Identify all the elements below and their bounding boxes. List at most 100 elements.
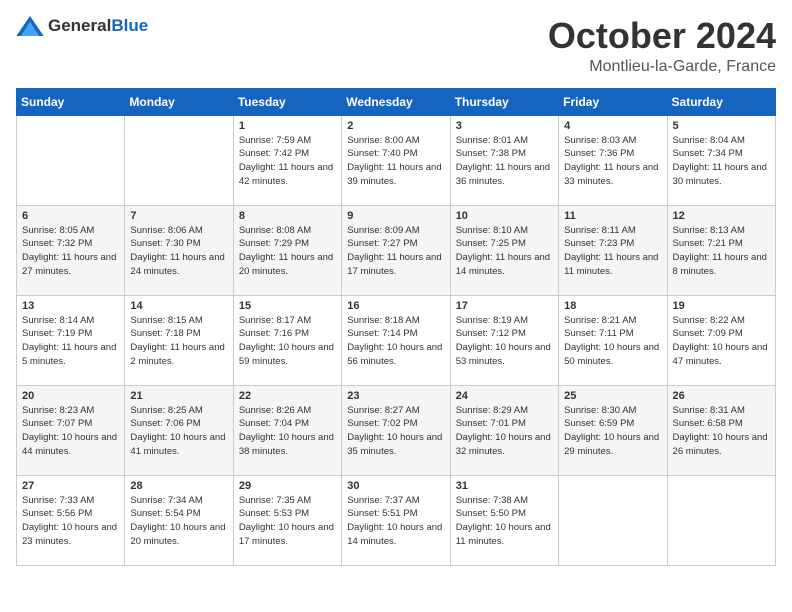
calendar-cell: 26 Sunrise: 8:31 AM Sunset: 6:58 PM Dayli… [667, 385, 775, 475]
day-info: Sunrise: 8:18 AM Sunset: 7:14 PM Dayligh… [347, 314, 444, 369]
day-info: Sunrise: 8:30 AM Sunset: 6:59 PM Dayligh… [564, 404, 661, 459]
day-number: 29 [239, 480, 336, 492]
header-day-sunday: Sunday [17, 88, 125, 115]
calendar-cell [667, 475, 775, 565]
day-info: Sunrise: 8:13 AM Sunset: 7:21 PM Dayligh… [673, 224, 770, 279]
header-day-tuesday: Tuesday [233, 88, 341, 115]
day-number: 19 [673, 300, 770, 312]
day-number: 17 [456, 300, 553, 312]
day-info: Sunrise: 8:11 AM Sunset: 7:23 PM Dayligh… [564, 224, 661, 279]
calendar-table: SundayMondayTuesdayWednesdayThursdayFrid… [16, 88, 776, 566]
day-number: 26 [673, 390, 770, 402]
day-number: 3 [456, 120, 553, 132]
calendar-body: 1Sunrise: 7:59 AM Sunset: 7:42 PM Daylig… [17, 115, 776, 565]
day-number: 24 [456, 390, 553, 402]
header-day-saturday: Saturday [667, 88, 775, 115]
page-header: GeneralBlue October 2024 Montlieu-la-Gar… [16, 16, 776, 76]
day-number: 28 [130, 480, 227, 492]
calendar-cell: 7 Sunrise: 8:06 AM Sunset: 7:30 PM Daylig… [125, 205, 233, 295]
day-info: Sunrise: 8:23 AM Sunset: 7:07 PM Dayligh… [22, 404, 119, 459]
day-info: Sunrise: 8:03 AM Sunset: 7:36 PM Dayligh… [564, 134, 661, 189]
calendar-cell: 16 Sunrise: 8:18 AM Sunset: 7:14 PM Dayli… [342, 295, 450, 385]
calendar-cell: 23 Sunrise: 8:27 AM Sunset: 7:02 PM Dayli… [342, 385, 450, 475]
day-number: 27 [22, 480, 119, 492]
calendar-cell: 25 Sunrise: 8:30 AM Sunset: 6:59 PM Dayli… [559, 385, 667, 475]
title-block: October 2024 Montlieu-la-Garde, France [548, 16, 776, 76]
day-number: 4 [564, 120, 661, 132]
calendar-cell: 30Sunrise: 7:37 AM Sunset: 5:51 PM Dayli… [342, 475, 450, 565]
calendar-cell: 24 Sunrise: 8:29 AM Sunset: 7:01 PM Dayli… [450, 385, 558, 475]
calendar-cell: 28 Sunrise: 7:34 AM Sunset: 5:54 PM Dayli… [125, 475, 233, 565]
logo-general: General [48, 16, 111, 35]
month-title: October 2024 [548, 16, 776, 56]
calendar-cell: 5Sunrise: 8:04 AM Sunset: 7:34 PM Daylig… [667, 115, 775, 205]
calendar-cell [17, 115, 125, 205]
logo-blue: Blue [111, 16, 148, 35]
calendar-cell: 11 Sunrise: 8:11 AM Sunset: 7:23 PM Dayli… [559, 205, 667, 295]
calendar-cell: 12Sunrise: 8:13 AM Sunset: 7:21 PM Dayli… [667, 205, 775, 295]
calendar-cell: 8Sunrise: 8:08 AM Sunset: 7:29 PM Daylig… [233, 205, 341, 295]
day-info: Sunrise: 8:10 AM Sunset: 7:25 PM Dayligh… [456, 224, 553, 279]
calendar-cell: 13 Sunrise: 8:14 AM Sunset: 7:19 PM Dayli… [17, 295, 125, 385]
day-info: Sunrise: 7:34 AM Sunset: 5:54 PM Dayligh… [130, 494, 227, 549]
header-day-thursday: Thursday [450, 88, 558, 115]
calendar-cell: 9 Sunrise: 8:09 AM Sunset: 7:27 PM Daylig… [342, 205, 450, 295]
day-info: Sunrise: 7:33 AM Sunset: 5:56 PM Dayligh… [22, 494, 119, 549]
calendar-cell: 3Sunrise: 8:01 AM Sunset: 7:38 PM Daylig… [450, 115, 558, 205]
calendar-cell: 18Sunrise: 8:21 AM Sunset: 7:11 PM Dayli… [559, 295, 667, 385]
day-number: 25 [564, 390, 661, 402]
calendar-cell: 21Sunrise: 8:25 AM Sunset: 7:06 PM Dayli… [125, 385, 233, 475]
calendar-cell: 1Sunrise: 7:59 AM Sunset: 7:42 PM Daylig… [233, 115, 341, 205]
day-info: Sunrise: 8:27 AM Sunset: 7:02 PM Dayligh… [347, 404, 444, 459]
location-title: Montlieu-la-Garde, France [548, 58, 776, 76]
day-info: Sunrise: 8:14 AM Sunset: 7:19 PM Dayligh… [22, 314, 119, 369]
day-number: 18 [564, 300, 661, 312]
day-info: Sunrise: 8:31 AM Sunset: 6:58 PM Dayligh… [673, 404, 770, 459]
day-number: 13 [22, 300, 119, 312]
day-number: 23 [347, 390, 444, 402]
header-day-monday: Monday [125, 88, 233, 115]
logo: GeneralBlue [16, 16, 148, 36]
calendar-cell: 31Sunrise: 7:38 AM Sunset: 5:50 PM Dayli… [450, 475, 558, 565]
day-info: Sunrise: 8:17 AM Sunset: 7:16 PM Dayligh… [239, 314, 336, 369]
day-info: Sunrise: 8:08 AM Sunset: 7:29 PM Dayligh… [239, 224, 336, 279]
calendar-cell: 27 Sunrise: 7:33 AM Sunset: 5:56 PM Dayli… [17, 475, 125, 565]
day-number: 30 [347, 480, 444, 492]
day-number: 16 [347, 300, 444, 312]
day-number: 1 [239, 120, 336, 132]
calendar-week-4: 20Sunrise: 8:23 AM Sunset: 7:07 PM Dayli… [17, 385, 776, 475]
day-info: Sunrise: 8:15 AM Sunset: 7:18 PM Dayligh… [130, 314, 227, 369]
calendar-cell: 22Sunrise: 8:26 AM Sunset: 7:04 PM Dayli… [233, 385, 341, 475]
day-number: 9 [347, 210, 444, 222]
day-number: 10 [456, 210, 553, 222]
calendar-week-2: 6Sunrise: 8:05 AM Sunset: 7:32 PM Daylig… [17, 205, 776, 295]
logo-icon [16, 16, 44, 36]
calendar-week-1: 1Sunrise: 7:59 AM Sunset: 7:42 PM Daylig… [17, 115, 776, 205]
calendar-cell: 6Sunrise: 8:05 AM Sunset: 7:32 PM Daylig… [17, 205, 125, 295]
day-info: Sunrise: 7:38 AM Sunset: 5:50 PM Dayligh… [456, 494, 553, 549]
calendar-cell: 29Sunrise: 7:35 AM Sunset: 5:53 PM Dayli… [233, 475, 341, 565]
day-number: 7 [130, 210, 227, 222]
day-info: Sunrise: 8:29 AM Sunset: 7:01 PM Dayligh… [456, 404, 553, 459]
calendar-cell: 15Sunrise: 8:17 AM Sunset: 7:16 PM Dayli… [233, 295, 341, 385]
day-number: 21 [130, 390, 227, 402]
calendar-cell [559, 475, 667, 565]
day-info: Sunrise: 8:09 AM Sunset: 7:27 PM Dayligh… [347, 224, 444, 279]
day-info: Sunrise: 8:22 AM Sunset: 7:09 PM Dayligh… [673, 314, 770, 369]
calendar-cell: 4 Sunrise: 8:03 AM Sunset: 7:36 PM Daylig… [559, 115, 667, 205]
header-row: SundayMondayTuesdayWednesdayThursdayFrid… [17, 88, 776, 115]
header-day-friday: Friday [559, 88, 667, 115]
calendar-cell: 19 Sunrise: 8:22 AM Sunset: 7:09 PM Dayli… [667, 295, 775, 385]
calendar-cell: 10 Sunrise: 8:10 AM Sunset: 7:25 PM Dayli… [450, 205, 558, 295]
day-number: 14 [130, 300, 227, 312]
day-number: 5 [673, 120, 770, 132]
day-number: 6 [22, 210, 119, 222]
day-info: Sunrise: 8:00 AM Sunset: 7:40 PM Dayligh… [347, 134, 444, 189]
day-info: Sunrise: 8:26 AM Sunset: 7:04 PM Dayligh… [239, 404, 336, 459]
calendar-cell: 17Sunrise: 8:19 AM Sunset: 7:12 PM Dayli… [450, 295, 558, 385]
calendar-cell: 20Sunrise: 8:23 AM Sunset: 7:07 PM Dayli… [17, 385, 125, 475]
day-info: Sunrise: 8:06 AM Sunset: 7:30 PM Dayligh… [130, 224, 227, 279]
calendar-cell: 2Sunrise: 8:00 AM Sunset: 7:40 PM Daylig… [342, 115, 450, 205]
day-number: 11 [564, 210, 661, 222]
calendar-cell: 14 Sunrise: 8:15 AM Sunset: 7:18 PM Dayli… [125, 295, 233, 385]
